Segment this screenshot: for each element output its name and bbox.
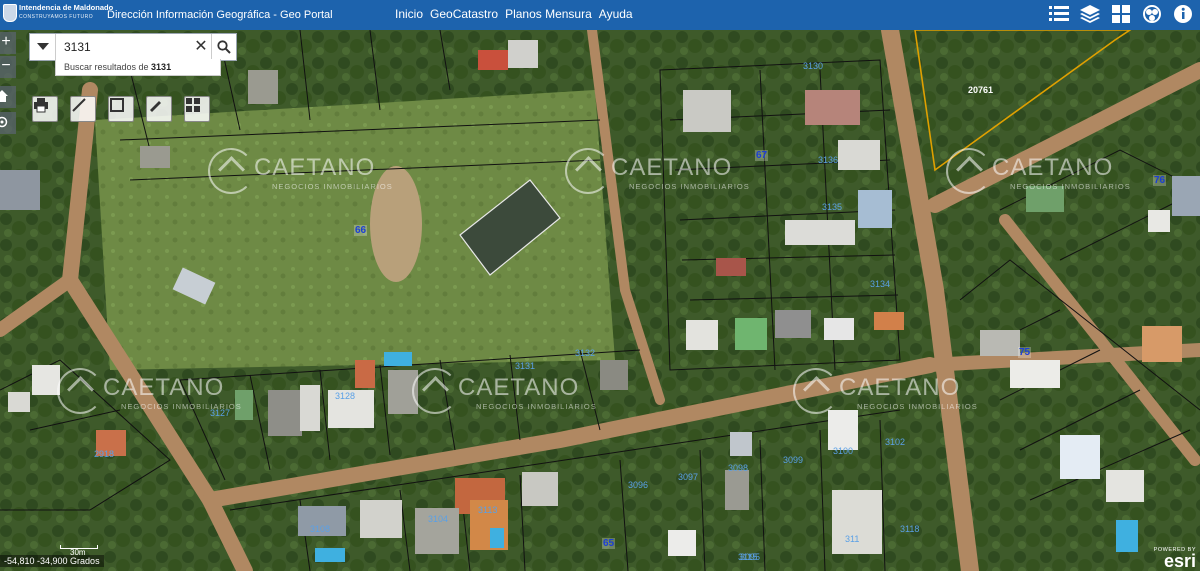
block-label: 76	[1153, 175, 1167, 186]
zoom-out-button[interactable]: −	[0, 56, 16, 78]
search-input[interactable]	[62, 37, 186, 57]
logo-title: Intendencia de Maldonado	[19, 3, 114, 12]
app-title: Dirección Información Geográfica - Geo P…	[107, 9, 333, 21]
suggestion-term: 3131	[151, 62, 172, 72]
print-button[interactable]	[32, 96, 58, 122]
coordinates-readout: -54,810 -34,900 Grados	[0, 555, 104, 567]
intendencia-logo[interactable]: Intendencia de Maldonado CONSTRUYAMOS FU…	[3, 2, 113, 26]
parcel-label: 3131	[515, 361, 536, 371]
search-widget: ✕	[29, 33, 237, 61]
nav-ayuda[interactable]: Ayuda	[599, 7, 633, 21]
logo-subtitle: CONSTRUYAMOS FUTURO	[19, 14, 94, 20]
block-label: 67	[755, 150, 769, 161]
map-view[interactable]: 3130 3136 3135 3134 3132 3131 3128 3127 …	[0, 30, 1200, 571]
parcel-label: 3115	[738, 552, 758, 562]
satellite-imagery	[0, 30, 1200, 571]
home-icon	[0, 90, 8, 102]
grid-icon	[186, 98, 200, 112]
parcel-label: 3118	[900, 524, 920, 534]
parcel-label: 3097	[678, 472, 699, 482]
parcel-label: 3134	[870, 279, 891, 289]
parcel-label: 311	[845, 534, 860, 544]
top-nav: Inicio GeoCatastro Planos Mensura Ayuda	[395, 7, 633, 21]
block-label: 66	[354, 225, 368, 236]
parcel-label: 2918	[94, 449, 115, 459]
parcel-label: 3100	[833, 446, 854, 456]
locate-button[interactable]	[0, 112, 16, 134]
block-label: 65	[602, 538, 616, 549]
select-button[interactable]	[108, 96, 134, 122]
info-icon[interactable]	[1172, 3, 1194, 25]
esri-logo: esri	[1163, 551, 1196, 571]
parcel-label: 3099	[783, 455, 804, 465]
search-button[interactable]	[211, 34, 236, 60]
app-header: Intendencia de Maldonado CONSTRUYAMOS FU…	[0, 0, 1200, 30]
parcel-label: 3098	[728, 463, 749, 473]
home-button[interactable]	[0, 86, 16, 108]
clear-search-button[interactable]: ✕	[190, 36, 212, 58]
header-tools	[1048, 3, 1194, 25]
basemap-toggle-button[interactable]	[184, 96, 210, 122]
parcel-label: 3108	[310, 524, 331, 534]
parcel-label: 3096	[628, 480, 649, 490]
coat-of-arms-icon	[3, 4, 17, 22]
measure-button[interactable]	[70, 96, 96, 122]
search-icon	[217, 40, 231, 54]
search-suggestion[interactable]: Buscar resultados de 3131	[55, 59, 221, 76]
list-icon[interactable]	[1048, 3, 1070, 25]
draw-button[interactable]	[146, 96, 172, 122]
parcel-label: 3128	[335, 391, 356, 401]
nav-geocatastro[interactable]: GeoCatastro	[430, 7, 498, 21]
parcel-label: 3127	[210, 408, 231, 418]
parcel-label: 3136	[818, 155, 839, 165]
legend-icon[interactable]	[1141, 3, 1163, 25]
print-icon	[34, 98, 48, 113]
parcel-label: 3102	[885, 437, 906, 447]
close-icon: ✕	[194, 38, 208, 55]
suggestion-prefix: Buscar resultados de	[64, 62, 152, 72]
block-label: 75	[1018, 347, 1032, 358]
locate-icon	[0, 116, 8, 128]
measure-icon	[72, 98, 86, 112]
nav-planos-mensura[interactable]: Planos Mensura	[505, 7, 592, 21]
parcel-label: 3132	[575, 348, 596, 358]
search-source-dropdown[interactable]	[30, 34, 56, 60]
nav-inicio[interactable]: Inicio	[395, 7, 423, 21]
esri-attribution[interactable]: POWERED BY esri	[1154, 547, 1196, 571]
caret-down-icon	[36, 43, 49, 50]
parcel-label-highlighted: 20761	[968, 85, 994, 95]
pencil-icon	[150, 101, 161, 112]
basemap-gallery-icon[interactable]	[1110, 3, 1132, 25]
parcel-label: 3130	[803, 61, 824, 71]
parcel-label: 3135	[822, 202, 843, 212]
layers-icon[interactable]	[1079, 3, 1101, 25]
parcel-label: 3104	[428, 514, 449, 524]
zoom-in-button[interactable]: +	[0, 32, 16, 54]
parcel-label: 3113	[478, 505, 498, 515]
select-icon	[110, 98, 124, 112]
